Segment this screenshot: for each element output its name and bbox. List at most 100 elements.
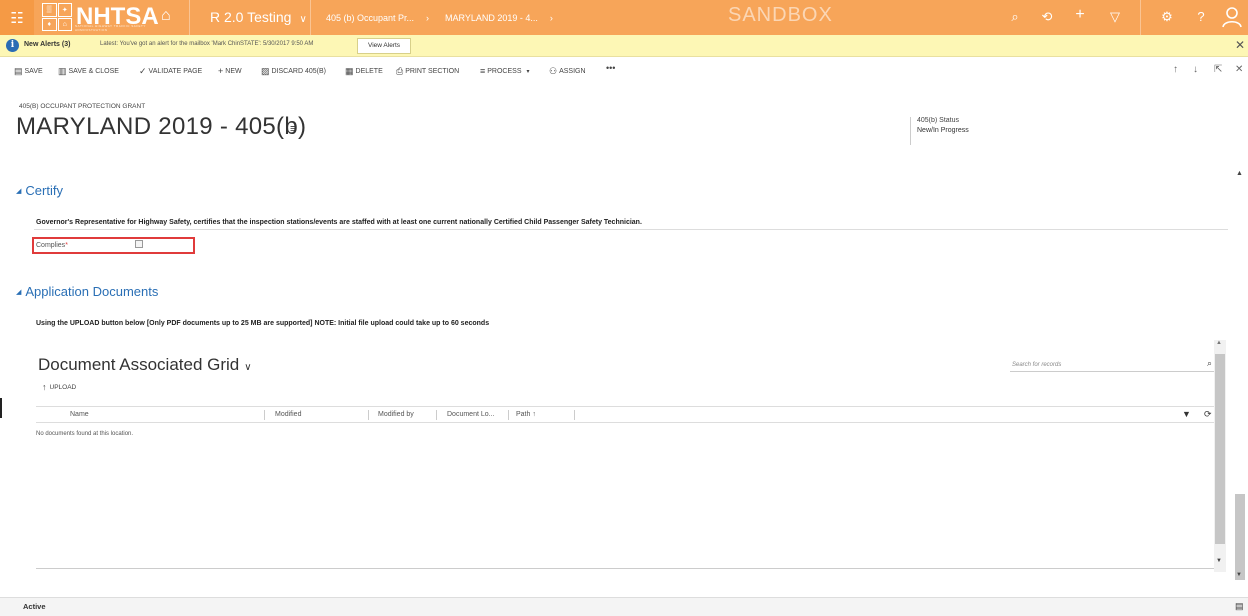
next-record-icon[interactable]: ↓	[1193, 64, 1198, 75]
close-record-icon[interactable]: ✕	[1235, 64, 1243, 75]
nav-separator	[189, 0, 190, 35]
chevron-down-icon: ▾	[526, 68, 530, 75]
app-switcher[interactable]: R 2.0 Testing ∨	[210, 9, 307, 25]
brand-subtitle: NATIONAL HIGHWAY TRAFFIC SAFETY ADMINIST…	[75, 24, 146, 32]
complies-checkbox[interactable]	[135, 240, 143, 248]
new-button[interactable]: + NEW	[218, 66, 242, 76]
column-separator	[264, 410, 265, 420]
column-header-name[interactable]: Name	[70, 411, 89, 418]
home-icon[interactable]: ⌂	[161, 7, 171, 25]
complies-field[interactable]: Complies*	[32, 237, 195, 254]
grid-scroll-down-icon[interactable]: ▼	[1216, 558, 1222, 564]
complies-label: Complies*	[36, 242, 68, 249]
upload-button[interactable]: ↑ UPLOAD	[42, 382, 76, 392]
search-icon[interactable]: ⌕	[1207, 358, 1212, 369]
expand-icon[interactable]: ⇱	[1214, 64, 1222, 75]
grid-header-row: Name Modified Modified by Document Lo...…	[36, 406, 1216, 423]
empty-grid-message: No documents found at this location.	[36, 431, 134, 437]
page-scroll-down-icon[interactable]: ▼	[1236, 572, 1242, 578]
collapse-triangle-icon: ◢	[16, 187, 22, 195]
record-title: MARYLAND 2019 - 405(b)	[16, 113, 307, 140]
filter-icon[interactable]: ▼	[1182, 409, 1191, 419]
column-separator	[508, 410, 509, 420]
assign-button[interactable]: ⚇ ASSIGN	[549, 66, 586, 77]
search-input[interactable]: Search for records	[1012, 362, 1061, 368]
edge-marker	[0, 398, 2, 418]
status-label: 405(b) Status	[917, 117, 960, 124]
column-separator	[368, 410, 369, 420]
validate-icon: ✓	[139, 66, 147, 76]
environment-label: SANDBOX	[728, 4, 833, 26]
grid-scrollbar-thumb[interactable]	[1215, 354, 1225, 544]
print-icon: ⎙	[396, 66, 404, 76]
search-icon[interactable]: ⌕	[1006, 9, 1024, 25]
save-button[interactable]: ▤ SAVE	[14, 66, 43, 77]
nav-separator	[1140, 0, 1141, 35]
chevron-down-icon: ∨	[299, 14, 307, 25]
column-header-modified-by[interactable]: Modified by	[378, 411, 414, 418]
record-entity-type: 405(B) OCCUPANT PROTECTION GRANT	[19, 103, 146, 110]
trash-icon: ▦	[345, 66, 354, 76]
grid-title[interactable]: Document Associated Grid ∨	[38, 355, 252, 375]
save-icon: ▤	[14, 66, 23, 76]
filter-icon[interactable]: ▽	[1106, 9, 1124, 25]
logo-seal-icon: ▒ ✦ ♦ ⌂	[42, 3, 72, 31]
column-header-document-location[interactable]: Document Lo...	[447, 411, 494, 418]
documents-section-header[interactable]: ◢ Application Documents	[16, 284, 158, 299]
grid-scrollbar[interactable]: ▲ ▼	[1214, 340, 1226, 572]
top-nav-bar: ☷ ▒ ✦ ♦ ⌂ NHTSA NATIONAL HIGHWAY TRAFFIC SA…	[0, 0, 1248, 35]
discard-icon: ▨	[261, 66, 270, 76]
assign-icon: ⚇	[549, 66, 558, 76]
delete-button[interactable]: ▦ DELETE	[345, 66, 383, 77]
status-footer: Active ▤	[0, 597, 1248, 616]
print-section-button[interactable]: ⎙ PRINT SECTION	[396, 66, 459, 77]
save-close-icon: ▥	[58, 66, 67, 76]
page-scrollbar[interactable]: ▼	[1234, 160, 1246, 580]
save-close-button[interactable]: ▥ SAVE & CLOSE	[58, 66, 119, 77]
plus-icon[interactable]: +	[1071, 6, 1089, 24]
process-button[interactable]: ≡ PROCESS ▾	[480, 66, 530, 76]
process-icon: ≡	[480, 66, 486, 76]
chevron-down-icon: ∨	[244, 362, 252, 373]
alert-title: New Alerts (3)	[24, 41, 71, 48]
footer-save-icon[interactable]: ▤	[1235, 601, 1244, 612]
page-scrollbar-thumb[interactable]	[1235, 494, 1245, 580]
nav-separator	[310, 0, 311, 35]
record-status: Active	[23, 602, 46, 611]
close-alert-icon[interactable]: ✕	[1235, 38, 1245, 52]
column-separator	[574, 410, 575, 420]
command-bar: ▤ SAVE ▥ SAVE & CLOSE ✓ VALIDATE PAGE + NEW …	[0, 57, 1248, 84]
certify-section-header[interactable]: ◢ Certify	[16, 183, 63, 198]
alert-message: Latest: You've got an alert for the mail…	[100, 41, 314, 47]
chevron-right-icon: ›	[426, 13, 430, 23]
breadcrumb-item[interactable]: MARYLAND 2019 - 4... ›	[445, 13, 553, 23]
section-divider	[34, 229, 1228, 230]
form-selector-icon[interactable]: ≡	[290, 123, 296, 135]
gear-icon[interactable]: ⚙	[1158, 9, 1176, 25]
column-header-modified[interactable]: Modified	[275, 411, 301, 418]
view-alerts-button[interactable]: View Alerts	[357, 38, 412, 54]
upload-arrow-icon: ↑	[42, 382, 47, 392]
column-header-path[interactable]: Path ↑	[516, 411, 536, 418]
history-icon[interactable]: ⟲	[1038, 9, 1056, 25]
grid-scroll-up-icon[interactable]: ▲	[1216, 340, 1222, 346]
previous-record-icon[interactable]: ↑	[1173, 64, 1178, 75]
refresh-icon[interactable]: ⟳	[1204, 409, 1212, 420]
breadcrumb-item[interactable]: 405 (b) Occupant Pr... ›	[326, 13, 429, 23]
header-status-field: 405(b) Status New/In Progress	[910, 117, 980, 145]
more-commands-icon[interactable]: •••	[606, 63, 615, 73]
help-icon[interactable]: ?	[1192, 9, 1210, 24]
discard-button[interactable]: ▨ DISCARD 405(B)	[261, 66, 326, 77]
app-launcher-icon[interactable]: ☷	[0, 0, 34, 35]
column-separator	[436, 410, 437, 420]
alert-bar: i New Alerts (3) Latest: You've got an a…	[0, 35, 1248, 57]
user-avatar-icon[interactable]	[1222, 6, 1242, 28]
certify-statement: Governor's Representative for Highway Sa…	[36, 219, 642, 226]
plus-icon: +	[218, 66, 224, 76]
grid-search-field[interactable]: Search for records ⌕	[1010, 358, 1214, 372]
validate-page-button[interactable]: ✓ VALIDATE PAGE	[139, 66, 202, 77]
collapse-triangle-icon: ◢	[16, 288, 22, 296]
grid-bottom-border	[36, 568, 1216, 569]
required-marker: *	[65, 242, 68, 249]
info-icon: i	[6, 39, 19, 52]
